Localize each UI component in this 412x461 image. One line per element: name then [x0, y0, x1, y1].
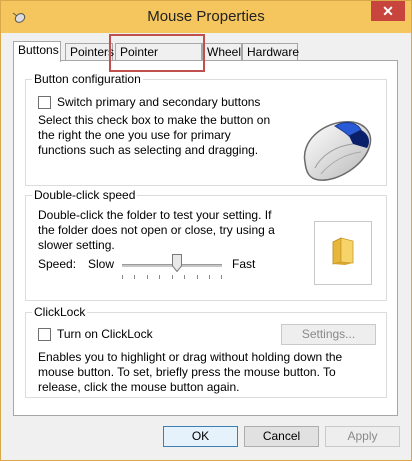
- close-button[interactable]: ✕: [371, 1, 405, 21]
- speed-label: Speed:: [38, 257, 77, 271]
- window-title: Mouse Properties: [147, 8, 265, 25]
- slow-label: Slow: [88, 257, 115, 271]
- folder-icon[interactable]: [329, 236, 357, 269]
- tab-wheel[interactable]: Wheel: [202, 43, 242, 60]
- slider-tick: [172, 275, 173, 279]
- slider-tick: [147, 275, 148, 279]
- fast-label: Fast: [232, 257, 256, 271]
- button-configuration-description: Select this check box to make the button…: [38, 113, 271, 157]
- tab-hardware[interactable]: Hardware: [242, 43, 299, 60]
- slider-tick: [197, 275, 198, 279]
- clicklock-row[interactable]: Turn on ClickLock: [38, 327, 153, 341]
- apply-button[interactable]: Apply: [325, 426, 400, 447]
- clicklock-description: Enables you to highlight or drag without…: [38, 350, 343, 394]
- cancel-button[interactable]: Cancel: [244, 426, 319, 447]
- double-click-description: Double-click the folder to test your set…: [38, 208, 275, 252]
- mouse-preview-icon: [291, 102, 383, 194]
- pointer-options-highlight: [109, 34, 205, 72]
- slider-tick: [221, 275, 222, 279]
- slider-tick: [122, 275, 123, 279]
- switch-buttons-checkbox[interactable]: [38, 95, 51, 109]
- ok-button[interactable]: OK: [163, 426, 238, 447]
- clicklock-group: ClickLock Turn on ClickLock Settings... …: [25, 305, 387, 398]
- mouse-properties-window: Mouse Properties ✕ Buttons Pointers Poin…: [0, 0, 412, 461]
- switch-buttons-label: Switch primary and secondary buttons: [57, 95, 261, 109]
- slider-tick: [134, 275, 135, 279]
- test-folder-box[interactable]: [314, 221, 372, 285]
- button-configuration-legend: Button configuration: [32, 72, 143, 86]
- double-click-speed-slider-thumb[interactable]: [172, 254, 182, 273]
- switch-buttons-row[interactable]: Switch primary and secondary buttons: [38, 95, 260, 109]
- clicklock-label: Turn on ClickLock: [57, 327, 153, 341]
- slider-tick: [159, 275, 160, 279]
- clicklock-settings-button[interactable]: Settings...: [281, 324, 376, 345]
- tab-buttons[interactable]: Buttons: [13, 41, 61, 62]
- title-bar[interactable]: Mouse Properties ✕: [1, 1, 411, 33]
- double-click-speed-legend: Double-click speed: [32, 188, 138, 202]
- close-icon: ✕: [382, 3, 394, 19]
- button-configuration-group: Button configuration Switch primary and …: [25, 72, 387, 186]
- tab-pointers[interactable]: Pointers: [65, 43, 114, 60]
- clicklock-legend: ClickLock: [32, 305, 88, 319]
- slider-tick: [209, 275, 210, 279]
- buttons-tab-panel: Button configuration Switch primary and …: [13, 60, 398, 416]
- slider-tick: [184, 275, 185, 279]
- clicklock-checkbox[interactable]: [38, 327, 51, 341]
